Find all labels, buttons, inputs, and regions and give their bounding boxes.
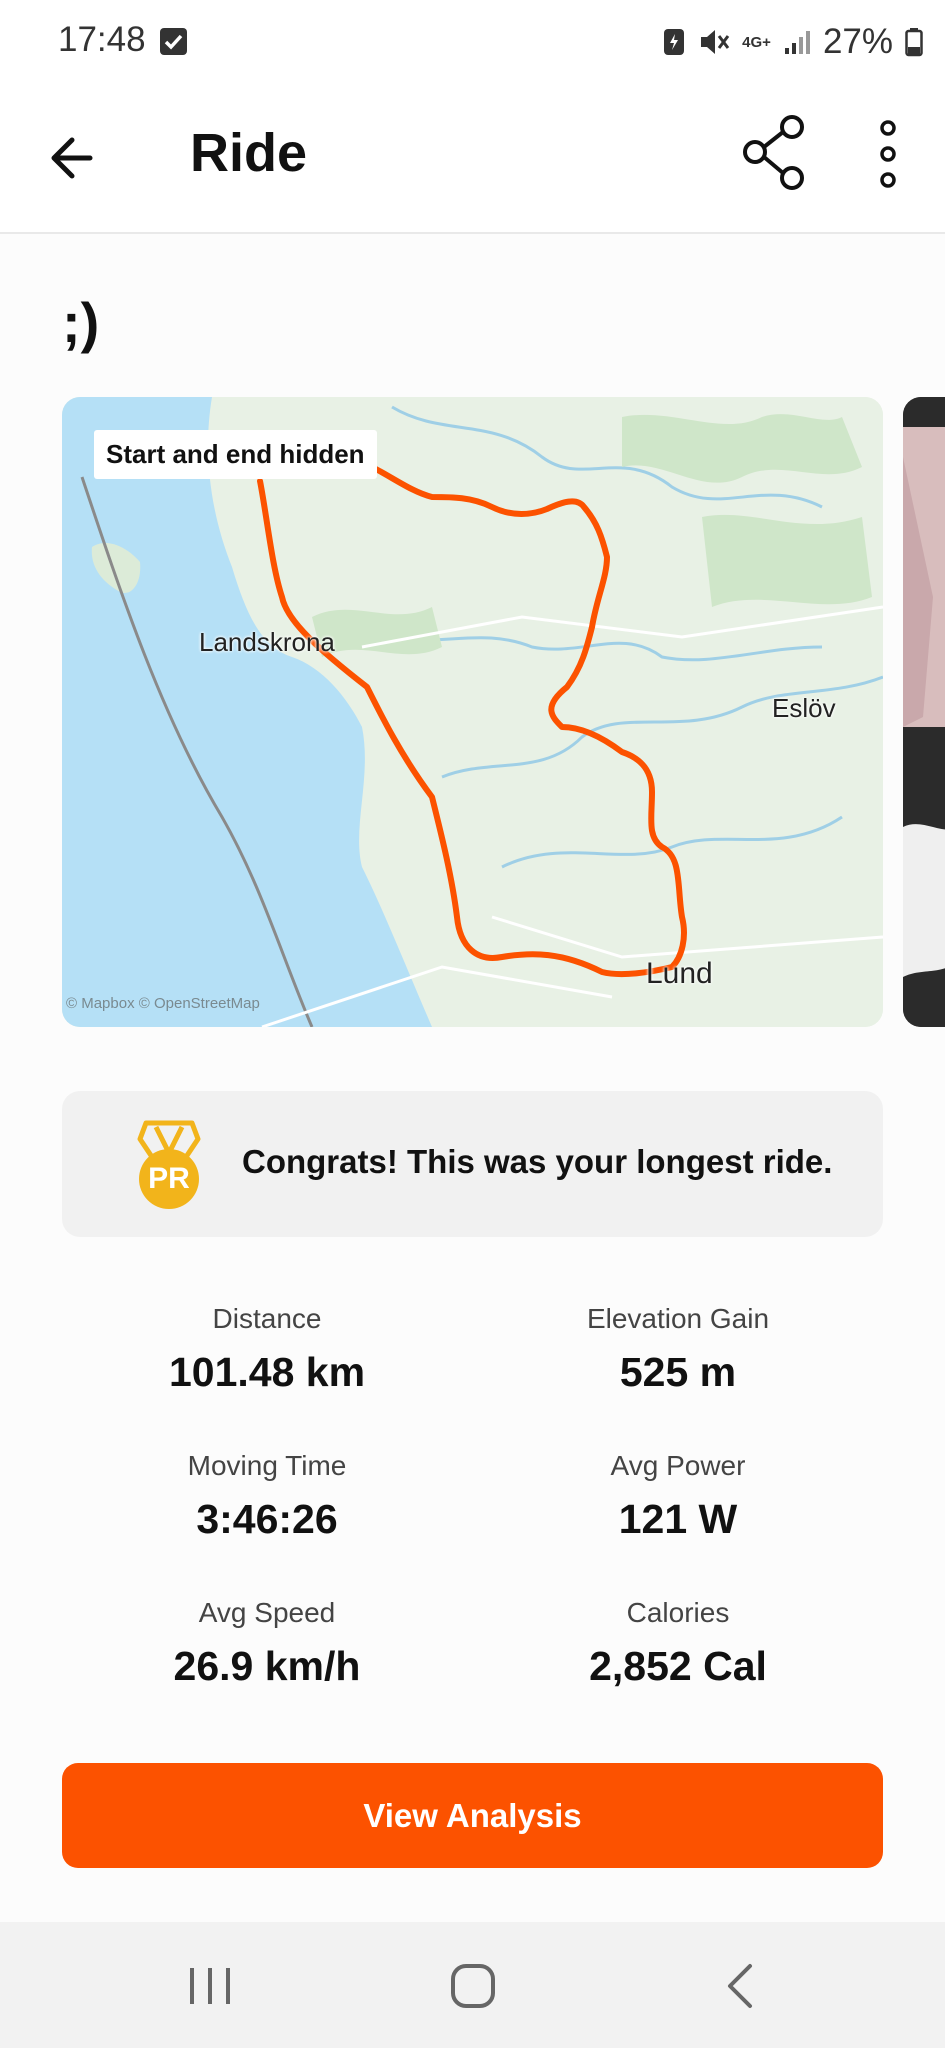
privacy-label: Start and end hidden xyxy=(94,430,377,479)
battery-percent: 27% xyxy=(822,22,893,61)
stat-label: Distance xyxy=(212,1303,322,1334)
system-navigation-bar xyxy=(0,1922,945,2048)
stat-label: Elevation Gain xyxy=(586,1303,770,1334)
map-town-landskrona: Landskrona xyxy=(199,627,335,657)
stat-value: 2,852 Cal xyxy=(589,1643,767,1689)
stat-value: 121 W xyxy=(618,1496,738,1542)
stat-label: Calories xyxy=(626,1597,730,1628)
route-map[interactable]: Start and end hidden Landskrona Eslöv Lu… xyxy=(62,397,883,1027)
more-options-button[interactable] xyxy=(865,116,911,192)
battery-saver-icon xyxy=(664,29,685,55)
app-bar: Ride xyxy=(0,84,945,234)
stat-label: Moving Time xyxy=(187,1450,347,1481)
stat-label: Avg Power xyxy=(610,1450,746,1481)
stat-value: 3:46:26 xyxy=(196,1496,338,1542)
mute-icon xyxy=(701,30,730,54)
map-town-lund: Lund xyxy=(646,957,713,990)
notification-check-icon xyxy=(160,28,187,55)
home-icon xyxy=(451,1964,495,2008)
recent-apps-button[interactable] xyxy=(180,1958,240,2014)
chevron-left-icon xyxy=(728,1964,752,2008)
stat-moving-time: Moving Time 3:46:26 xyxy=(62,1450,472,1543)
network-type: 4G+ xyxy=(742,33,771,51)
map-town-eslov: Eslöv xyxy=(772,693,836,723)
system-back-button[interactable] xyxy=(710,1958,770,2014)
share-icon xyxy=(743,115,804,190)
stat-avg-power: Avg Power 121 W xyxy=(473,1450,883,1543)
back-button[interactable] xyxy=(40,124,108,192)
recent-apps-icon xyxy=(190,1968,230,2004)
status-time: 17:48 xyxy=(58,20,146,59)
stat-avg-speed: Avg Speed 26.9 km/h xyxy=(62,1597,472,1690)
map-attribution: © Mapbox © OpenStreetMap xyxy=(66,995,260,1012)
achievement-card[interactable]: PR Congrats! This was your longest ride. xyxy=(62,1091,883,1237)
view-analysis-button[interactable]: View Analysis xyxy=(62,1763,883,1868)
page-title: Ride xyxy=(190,123,308,183)
battery-icon xyxy=(905,28,923,57)
status-bar: 17:48 4G+ 27% xyxy=(0,0,945,84)
arrow-left-icon xyxy=(51,137,93,179)
stat-value: 525 m xyxy=(619,1349,737,1395)
stat-label: Avg Speed xyxy=(198,1597,336,1628)
home-button[interactable] xyxy=(443,1958,503,2014)
stat-value: 101.48 km xyxy=(168,1349,366,1395)
achievement-message: Congrats! This was your longest ride. xyxy=(242,1143,833,1180)
stat-calories: Calories 2,852 Cal xyxy=(473,1597,883,1690)
map-background xyxy=(62,397,883,1027)
stat-value: 26.9 km/h xyxy=(173,1643,361,1689)
signal-icon xyxy=(784,31,810,54)
activity-title: ;) xyxy=(62,291,100,354)
pr-badge-text: PR xyxy=(148,1162,190,1195)
more-vertical-icon xyxy=(880,120,896,188)
stat-distance: Distance 101.48 km xyxy=(62,1303,472,1396)
stat-elevation-gain: Elevation Gain 525 m xyxy=(473,1303,883,1396)
status-indicators: 4G+ 27% xyxy=(662,18,923,66)
photo-thumbnail xyxy=(903,397,945,1027)
activity-photo-peek[interactable] xyxy=(903,397,945,1027)
share-button[interactable] xyxy=(740,112,812,192)
